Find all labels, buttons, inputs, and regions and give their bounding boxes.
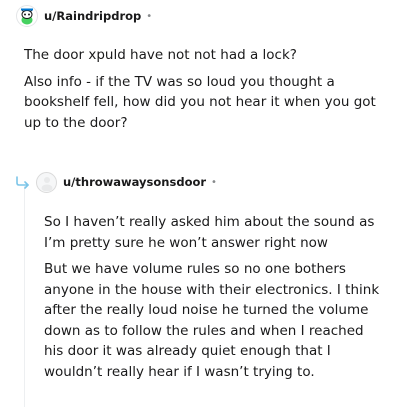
default-avatar-icon[interactable]	[36, 171, 57, 193]
reply-arrow-icon	[14, 175, 32, 189]
thread-line[interactable]	[24, 186, 25, 407]
comment-paragraph: The door xpuld have not not had a lock?	[24, 47, 297, 63]
comment-paragraph: Also info - if the TV was so loud you th…	[24, 73, 376, 131]
comment-header: u/throwawaysonsdoor •	[14, 170, 217, 194]
comment-body: So I haven’t really asked him about the …	[44, 212, 386, 388]
separator-dot: •	[211, 176, 217, 188]
comment-body: The door xpuld have not not had a lock? …	[24, 45, 386, 139]
comment-header: u/Raindripdrop •	[16, 5, 152, 27]
comment-paragraph: But we have volume rules so no one bothe…	[44, 261, 380, 380]
comment-paragraph: So I haven’t really asked him about the …	[44, 214, 375, 251]
snoo-avatar-icon[interactable]	[16, 5, 38, 27]
comment-username[interactable]: u/Raindripdrop	[44, 9, 141, 23]
separator-dot: •	[146, 10, 153, 22]
comment-username[interactable]: u/throwawaysonsdoor	[63, 175, 206, 189]
